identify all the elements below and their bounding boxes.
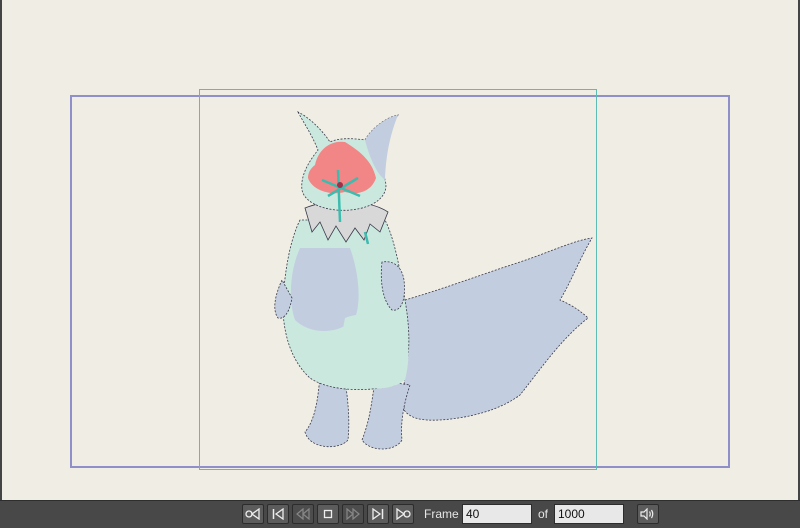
animation-canvas[interactable] xyxy=(0,0,800,500)
play-backward-button[interactable] xyxy=(292,504,314,524)
previous-frame-button[interactable] xyxy=(267,504,289,524)
volume-button[interactable] xyxy=(637,504,659,524)
playback-toolbar: Frame 40 of 1000 xyxy=(0,500,800,528)
play-forward-button[interactable] xyxy=(342,504,364,524)
first-frame-button[interactable] xyxy=(242,504,264,524)
of-label: of xyxy=(538,507,549,521)
stop-button[interactable] xyxy=(317,504,339,524)
tail-shape xyxy=(403,237,593,421)
last-frame-button[interactable] xyxy=(392,504,414,524)
first-frame-icon xyxy=(245,508,260,520)
next-frame-icon xyxy=(372,508,384,520)
play-backward-icon xyxy=(296,508,310,520)
stop-icon xyxy=(323,509,333,519)
play-forward-icon xyxy=(346,508,360,520)
total-frames-input[interactable]: 1000 xyxy=(554,504,624,524)
frame-label: Frame xyxy=(424,507,459,521)
character-drawing xyxy=(274,111,593,450)
speaker-icon xyxy=(640,508,654,520)
next-frame-button[interactable] xyxy=(367,504,389,524)
last-frame-icon xyxy=(396,508,411,520)
current-frame-input[interactable]: 40 xyxy=(462,504,532,524)
previous-frame-icon xyxy=(272,508,284,520)
